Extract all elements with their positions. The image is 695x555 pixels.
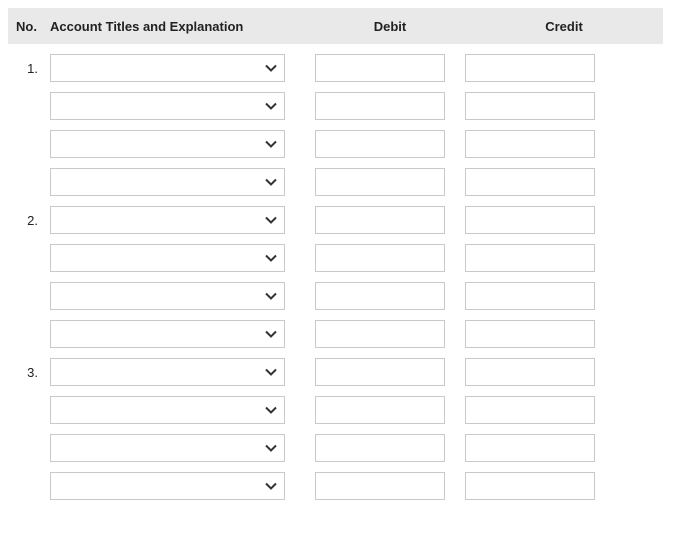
account-select-value[interactable] bbox=[50, 320, 285, 348]
debit-input[interactable] bbox=[315, 92, 445, 120]
account-select-value[interactable] bbox=[50, 130, 285, 158]
debit-input[interactable] bbox=[315, 168, 445, 196]
debit-input[interactable] bbox=[315, 358, 445, 386]
table-row: 3. bbox=[8, 348, 663, 386]
credit-input[interactable] bbox=[465, 358, 595, 386]
debit-input[interactable] bbox=[315, 396, 445, 424]
account-select[interactable] bbox=[50, 396, 285, 424]
table-row bbox=[8, 386, 663, 424]
table-row bbox=[8, 234, 663, 272]
row-number: 2. bbox=[8, 213, 50, 228]
account-select[interactable] bbox=[50, 244, 285, 272]
debit-input[interactable] bbox=[315, 472, 445, 500]
table-row: 1. bbox=[8, 44, 663, 82]
account-select[interactable] bbox=[50, 54, 285, 82]
account-select-value[interactable] bbox=[50, 168, 285, 196]
header-account: Account Titles and Explanation bbox=[50, 19, 315, 34]
account-select-value[interactable] bbox=[50, 282, 285, 310]
account-select-value[interactable] bbox=[50, 244, 285, 272]
row-number: 3. bbox=[8, 365, 50, 380]
credit-input[interactable] bbox=[465, 168, 595, 196]
account-select-value[interactable] bbox=[50, 396, 285, 424]
account-select-value[interactable] bbox=[50, 54, 285, 82]
table-row bbox=[8, 272, 663, 310]
debit-input[interactable] bbox=[315, 130, 445, 158]
credit-input[interactable] bbox=[465, 434, 595, 462]
debit-input[interactable] bbox=[315, 320, 445, 348]
account-select-value[interactable] bbox=[50, 434, 285, 462]
table-row bbox=[8, 424, 663, 462]
header-debit: Debit bbox=[315, 19, 465, 34]
account-select[interactable] bbox=[50, 320, 285, 348]
header-credit: Credit bbox=[465, 19, 663, 34]
table-row: 2. bbox=[8, 196, 663, 234]
account-select[interactable] bbox=[50, 472, 285, 500]
row-number: 1. bbox=[8, 61, 50, 76]
table-row bbox=[8, 120, 663, 158]
credit-input[interactable] bbox=[465, 282, 595, 310]
table-row bbox=[8, 82, 663, 120]
header-no: No. bbox=[8, 19, 50, 34]
account-select-value[interactable] bbox=[50, 472, 285, 500]
account-select-value[interactable] bbox=[50, 92, 285, 120]
table-row bbox=[8, 462, 663, 500]
account-select[interactable] bbox=[50, 282, 285, 310]
credit-input[interactable] bbox=[465, 244, 595, 272]
credit-input[interactable] bbox=[465, 396, 595, 424]
credit-input[interactable] bbox=[465, 472, 595, 500]
credit-input[interactable] bbox=[465, 92, 595, 120]
credit-input[interactable] bbox=[465, 54, 595, 82]
account-select[interactable] bbox=[50, 168, 285, 196]
debit-input[interactable] bbox=[315, 206, 445, 234]
debit-input[interactable] bbox=[315, 434, 445, 462]
account-select[interactable] bbox=[50, 434, 285, 462]
account-select-value[interactable] bbox=[50, 206, 285, 234]
debit-input[interactable] bbox=[315, 282, 445, 310]
account-select[interactable] bbox=[50, 358, 285, 386]
table-row bbox=[8, 158, 663, 196]
credit-input[interactable] bbox=[465, 206, 595, 234]
account-select[interactable] bbox=[50, 130, 285, 158]
table-row bbox=[8, 310, 663, 348]
table-header: No. Account Titles and Explanation Debit… bbox=[8, 8, 663, 44]
credit-input[interactable] bbox=[465, 130, 595, 158]
debit-input[interactable] bbox=[315, 244, 445, 272]
account-select[interactable] bbox=[50, 92, 285, 120]
credit-input[interactable] bbox=[465, 320, 595, 348]
account-select[interactable] bbox=[50, 206, 285, 234]
account-select-value[interactable] bbox=[50, 358, 285, 386]
debit-input[interactable] bbox=[315, 54, 445, 82]
